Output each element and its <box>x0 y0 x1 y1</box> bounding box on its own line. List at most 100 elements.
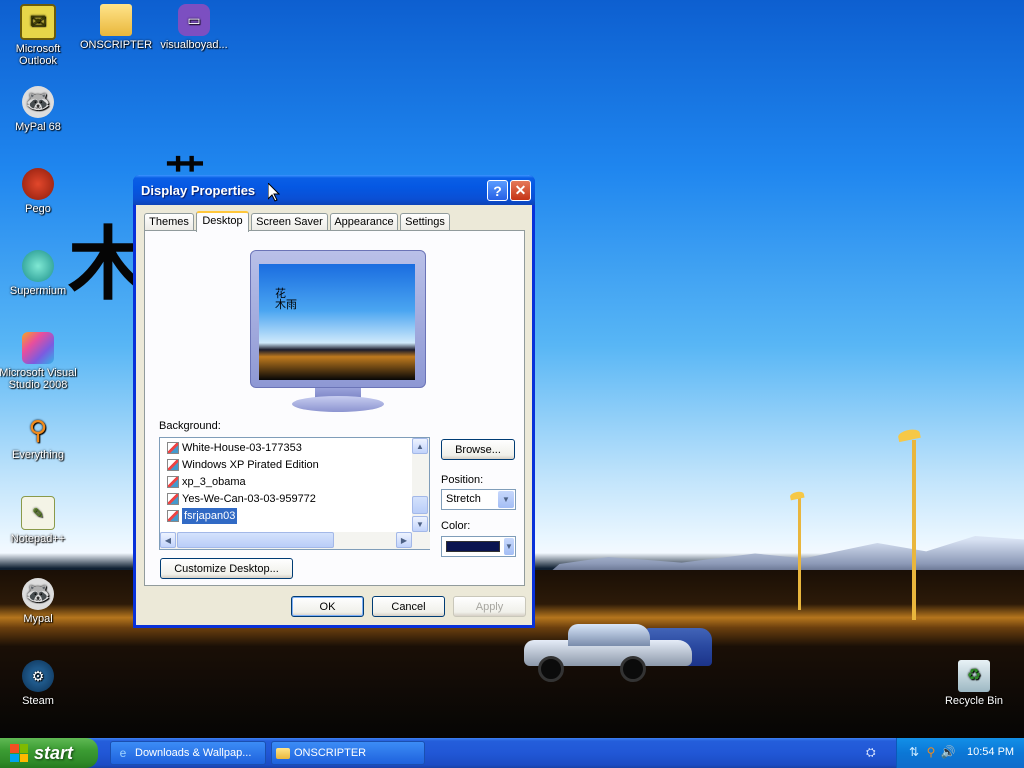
list-item[interactable]: Windows XP Pirated Edition <box>167 457 319 473</box>
start-label: start <box>34 742 74 763</box>
ok-button[interactable]: OK <box>291 596 364 617</box>
taskbar: start e Downloads & Wallpap... ONSCRIPTE… <box>0 738 1024 768</box>
clock[interactable]: 10:54 PM <box>967 746 1014 758</box>
tab-desktop[interactable]: Desktop <box>196 211 249 232</box>
image-file-icon <box>167 476 179 488</box>
desktop-icon-label: visualboyad... <box>160 39 228 51</box>
language-bar-icon[interactable]: ⛭ <box>866 745 876 760</box>
display-properties-window: Display Properties ? ✕ Themes Desktop Sc… <box>133 175 535 628</box>
tab-screen-saver[interactable]: Screen Saver <box>251 213 328 230</box>
outlook-icon: ✉ <box>20 4 56 40</box>
desktop-icon-onscripter[interactable]: ONSCRIPTER <box>76 4 156 51</box>
desktop-icon-label: Notepad++ <box>10 533 66 545</box>
position-select[interactable]: Stretch ▼ <box>441 489 516 510</box>
desktop-icon-recycle-bin[interactable]: ♻ Recycle Bin <box>934 660 1014 707</box>
arrow-right-icon: ▶ <box>400 535 408 545</box>
scroll-left-button[interactable]: ◀ <box>160 532 176 548</box>
desktop-icon-label: Microsoft Visual Studio 2008 <box>0 367 77 391</box>
list-item[interactable]: Yes-We-Can-03-03-959772 <box>167 491 316 507</box>
desktop-icon-notepad-plus-plus[interactable]: ✎ Notepad++ <box>0 496 78 545</box>
everything-tray-icon[interactable]: ⚲ <box>924 745 938 759</box>
customize-desktop-button[interactable]: Customize Desktop... <box>160 558 293 579</box>
arrow-up-icon: ▲ <box>416 441 424 451</box>
apply-button[interactable]: Apply <box>453 596 526 617</box>
desktop-icon-label: Mypal <box>23 613 53 625</box>
scroll-right-button[interactable]: ▶ <box>396 532 412 548</box>
gameboy-icon: ▭ <box>178 4 210 36</box>
color-picker-button[interactable]: ▼ <box>441 536 516 557</box>
desktop-icon-label: Recycle Bin <box>944 695 1004 707</box>
wallpaper-lamp-head <box>789 490 805 501</box>
wallpaper-car <box>524 622 712 682</box>
windows-flag-icon <box>10 744 28 762</box>
visual-studio-icon <box>22 332 54 364</box>
desktop-icon-label: Pego <box>25 203 51 215</box>
taskbar-item-onscripter[interactable]: ONSCRIPTER <box>271 741 425 765</box>
desktop-icon-everything[interactable]: ⚲ Everything <box>0 414 78 461</box>
vertical-scrollbar[interactable]: ▲ ▼ <box>412 438 429 532</box>
raccoon-icon: 🦝 <box>22 578 54 610</box>
list-item[interactable]: White-House-03-177353 <box>167 440 302 456</box>
desktop-icon-steam[interactable]: ⚙ Steam <box>0 660 78 707</box>
taskbar-item-label: ONSCRIPTER <box>294 747 367 759</box>
horizontal-scroll-thumb[interactable] <box>177 532 334 548</box>
color-swatch <box>446 541 500 552</box>
desktop-icon-visual-studio-2008[interactable]: Microsoft Visual Studio 2008 <box>0 332 78 391</box>
list-item-label: Windows XP Pirated Edition <box>182 459 319 471</box>
desktop-icon-visualboyadvance[interactable]: ▭ visualboyad... <box>154 4 234 51</box>
network-icon[interactable]: ⇅ <box>907 745 921 759</box>
desktop-icon-label: Steam <box>22 695 54 707</box>
list-item-label: White-House-03-177353 <box>182 442 302 454</box>
desktop-icon-pego[interactable]: Pego <box>0 168 78 215</box>
vertical-scroll-thumb[interactable] <box>412 496 428 514</box>
volume-icon[interactable]: 🔊 <box>941 745 956 759</box>
background-list[interactable]: White-House-03-177353 Windows XP Pirated… <box>159 437 430 550</box>
wallpaper-street-lamp <box>798 498 801 610</box>
help-button[interactable]: ? <box>487 180 508 201</box>
desktop-icon-mypal[interactable]: 🦝 Mypal <box>0 578 78 625</box>
position-label: Position: <box>441 474 484 486</box>
magnifier-icon: ⚲ <box>28 415 48 445</box>
image-file-icon <box>167 510 179 522</box>
list-item-selected[interactable]: fsrjapan03 <box>167 507 239 525</box>
question-icon: ? <box>493 182 502 199</box>
close-button[interactable]: ✕ <box>510 180 531 201</box>
list-item-label: xp_3_obama <box>182 476 246 488</box>
pego-icon <box>22 168 54 200</box>
close-icon: ✕ <box>514 182 527 198</box>
tab-settings[interactable]: Settings <box>400 213 450 230</box>
desktop-icon-supermium[interactable]: Supermium <box>0 250 78 297</box>
tab-themes[interactable]: Themes <box>144 213 194 230</box>
scroll-up-button[interactable]: ▲ <box>412 438 428 454</box>
desktop-icon-label: Everything <box>12 449 64 461</box>
wallpaper-lamp-head <box>897 427 921 443</box>
monitor-preview: 花木雨 <box>250 250 426 388</box>
horizontal-scrollbar[interactable]: ◀ ▶ <box>160 532 430 549</box>
desktop-icon-label: ONSCRIPTER <box>79 39 153 51</box>
steam-icon: ⚙ <box>22 660 54 692</box>
folder-icon <box>276 747 290 759</box>
taskbar-item-downloads[interactable]: e Downloads & Wallpap... <box>110 741 266 765</box>
mouse-cursor-icon <box>268 183 280 202</box>
chevron-down-icon: ▼ <box>504 538 514 555</box>
browse-button[interactable]: Browse... <box>441 439 515 460</box>
raccoon-icon: 🦝 <box>22 86 54 118</box>
monitor-base <box>292 396 384 412</box>
window-title-bar[interactable]: Display Properties ? ✕ <box>133 175 535 205</box>
desktop-icon-outlook[interactable]: ✉ Microsoft Outlook <box>0 4 78 67</box>
folder-icon <box>100 4 132 36</box>
desktop-icon-label: MyPal 68 <box>15 121 61 133</box>
chevron-down-icon: ▼ <box>498 491 514 508</box>
desktop-icon-label: Supermium <box>9 285 67 297</box>
tab-appearance[interactable]: Appearance <box>330 213 398 230</box>
list-item[interactable]: xp_3_obama <box>167 474 246 490</box>
image-file-icon <box>167 493 179 505</box>
desktop-tab-panel: 花木雨 Background: White-House-03-177353 Wi… <box>144 230 525 586</box>
desktop-icon-label: Microsoft Outlook <box>15 43 61 67</box>
start-button[interactable]: start <box>0 738 98 768</box>
background-label: Background: <box>159 420 221 432</box>
scroll-down-button[interactable]: ▼ <box>412 516 428 532</box>
cancel-button[interactable]: Cancel <box>372 596 445 617</box>
window-title: Display Properties <box>141 183 256 198</box>
desktop-icon-mypal-68[interactable]: 🦝 MyPal 68 <box>0 86 78 133</box>
